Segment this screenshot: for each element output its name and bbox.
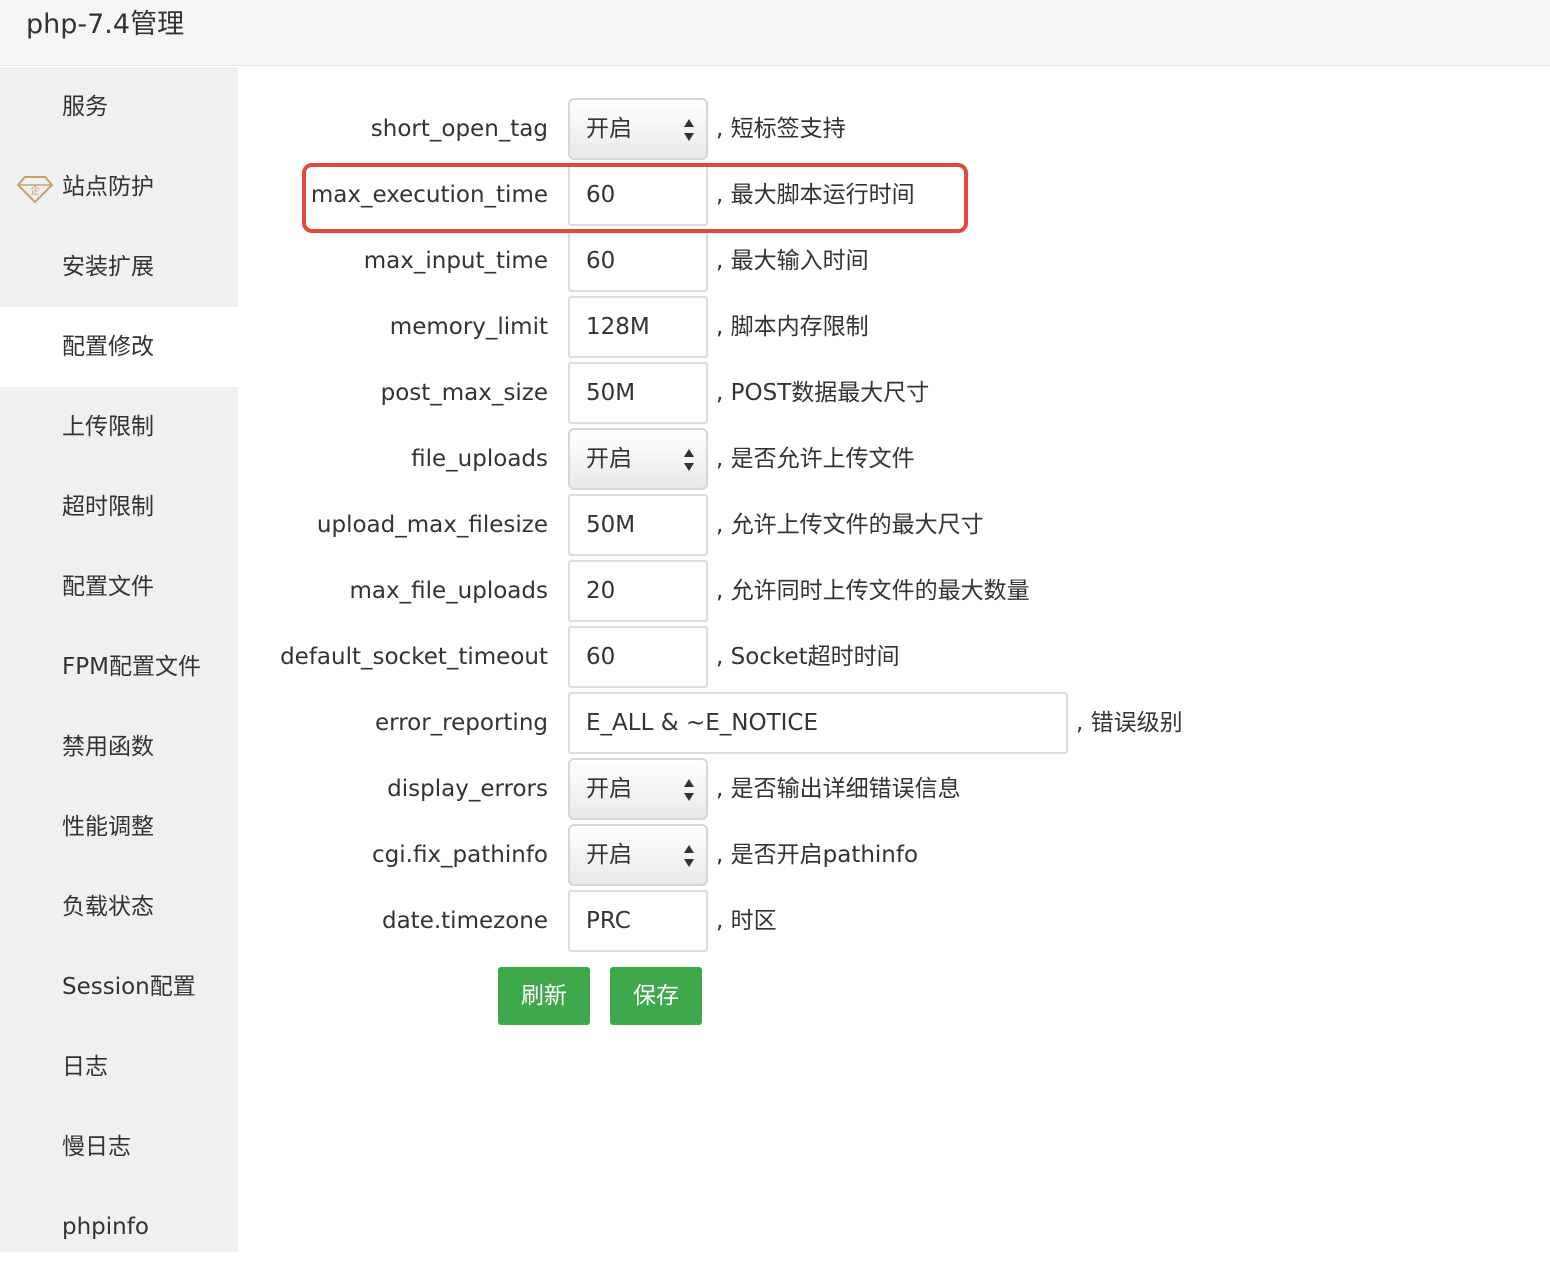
config-description: , 最大输入时间 [716,248,869,274]
select-arrows-icon [684,119,694,141]
sidebar-item-timeout-limit[interactable]: 超时限制 [0,467,238,547]
sidebar-item-service[interactable]: 服务 [0,67,238,147]
select-value: 开启 [586,776,632,802]
sidebar-item-log[interactable]: 日志 [0,1027,238,1107]
sidebar-item-label: 配置文件 [62,574,154,600]
config-row-cgi-fix-pathinfo: cgi.fix_pathinfo 开启 , 是否开启pathinfo [238,824,1538,886]
sidebar-item-label: 日志 [62,1054,108,1080]
config-label: max_execution_time [310,182,548,208]
sidebar-item-label: 服务 [62,94,108,120]
config-description: , 短标签支持 [716,116,846,142]
sidebar-item-label: 禁用函数 [62,734,154,760]
select-arrows-icon [684,449,694,471]
config-label: display_errors [387,776,548,802]
sidebar-item-phpinfo[interactable]: phpinfo [0,1187,238,1267]
error-reporting-input[interactable] [568,692,1068,754]
sidebar-item-label: phpinfo [62,1214,149,1240]
config-form: short_open_tag 开启 , 短标签支持 max_execution_… [238,67,1550,1252]
config-label: max_file_uploads [349,578,548,604]
max-file-uploads-input[interactable] [568,560,708,622]
config-row-max-execution-time: max_execution_time , 最大脚本运行时间 [238,164,1538,226]
short-open-tag-select[interactable]: 开启 [568,98,708,160]
select-arrows-icon [684,845,694,867]
refresh-button[interactable]: 刷新 [498,967,590,1025]
cgi-fix-pathinfo-select[interactable]: 开启 [568,824,708,886]
config-row-post-max-size: post_max_size , POST数据最大尺寸 [238,362,1538,424]
config-label: max_input_time [363,248,548,274]
sidebar-item-label: 慢日志 [62,1134,131,1160]
config-row-upload-max-filesize: upload_max_filesize , 允许上传文件的最大尺寸 [238,494,1538,556]
file-uploads-select[interactable]: 开启 [568,428,708,490]
config-description: , 脚本内存限制 [716,314,869,340]
config-row-max-file-uploads: max_file_uploads , 允许同时上传文件的最大数量 [238,560,1538,622]
sidebar-item-label: 性能调整 [62,814,154,840]
max-input-time-input[interactable] [568,230,708,292]
sidebar-item-label: FPM配置文件 [62,654,201,680]
config-row-display-errors: display_errors 开启 , 是否输出详细错误信息 [238,758,1538,820]
window-title: php-7.4管理 [26,9,185,40]
sidebar-item-slow-log[interactable]: 慢日志 [0,1107,238,1187]
config-label: error_reporting [375,710,548,736]
config-label: upload_max_filesize [316,512,548,538]
config-description: , 是否输出详细错误信息 [716,776,961,802]
sidebar: 服务 企 站点防护 安装扩展 配置修改 上传限制 超时限制 配置文件 FPM配置… [0,67,238,1252]
sidebar-item-label: 上传限制 [62,414,154,440]
sidebar-item-label: 负载状态 [62,894,154,920]
config-description: , 错误级别 [1076,710,1183,736]
sidebar-item-config-edit[interactable]: 配置修改 [0,307,238,387]
sidebar-item-upload-limit[interactable]: 上传限制 [0,387,238,467]
config-description: , POST数据最大尺寸 [716,380,930,406]
config-label: memory_limit [389,314,548,340]
config-row-memory-limit: memory_limit , 脚本内存限制 [238,296,1538,358]
config-row-error-reporting: error_reporting , 错误级别 [238,692,1538,754]
gem-icon: 企 [16,176,54,204]
config-row-file-uploads: file_uploads 开启 , 是否允许上传文件 [238,428,1538,490]
svg-text:企: 企 [30,184,40,197]
sidebar-item-performance[interactable]: 性能调整 [0,787,238,867]
sidebar-item-label: Session配置 [62,974,196,1000]
save-button[interactable]: 保存 [610,967,702,1025]
sidebar-item-site-protection[interactable]: 企 站点防护 [0,147,238,227]
title-bar: php-7.4管理 [0,0,1550,66]
config-row-default-socket-timeout: default_socket_timeout , Socket超时时间 [238,626,1538,688]
default-socket-timeout-input[interactable] [568,626,708,688]
config-label: cgi.fix_pathinfo [372,842,548,868]
select-value: 开启 [586,116,632,142]
config-description: , 允许上传文件的最大尺寸 [716,512,984,538]
upload-max-filesize-input[interactable] [568,494,708,556]
date-timezone-input[interactable] [568,890,708,952]
config-description: , 是否允许上传文件 [716,446,915,472]
config-label: short_open_tag [370,116,548,142]
display-errors-select[interactable]: 开启 [568,758,708,820]
sidebar-item-load-status[interactable]: 负载状态 [0,867,238,947]
select-arrows-icon [684,779,694,801]
sidebar-item-label: 安装扩展 [62,254,154,280]
sidebar-item-config-file[interactable]: 配置文件 [0,547,238,627]
select-value: 开启 [586,842,632,868]
max-execution-time-input[interactable] [568,164,708,226]
config-description: , Socket超时时间 [716,644,900,670]
post-max-size-input[interactable] [568,362,708,424]
config-row-max-input-time: max_input_time , 最大输入时间 [238,230,1538,292]
sidebar-item-label: 超时限制 [62,494,154,520]
config-description: , 时区 [716,908,777,934]
sidebar-item-label: 站点防护 [62,174,154,200]
config-description: , 是否开启pathinfo [716,842,919,868]
sidebar-item-disabled-functions[interactable]: 禁用函数 [0,707,238,787]
config-description: , 最大脚本运行时间 [716,182,915,208]
config-label: post_max_size [380,380,548,406]
config-row-date-timezone: date.timezone , 时区 [238,890,1538,952]
config-label: file_uploads [411,446,548,472]
sidebar-item-install-extension[interactable]: 安装扩展 [0,227,238,307]
config-row-short-open-tag: short_open_tag 开启 , 短标签支持 [238,98,1538,160]
sidebar-item-fpm-config[interactable]: FPM配置文件 [0,627,238,707]
config-label: default_socket_timeout [280,644,548,670]
config-description: , 允许同时上传文件的最大数量 [716,578,1030,604]
sidebar-item-label: 配置修改 [62,334,154,360]
select-value: 开启 [586,446,632,472]
sidebar-item-session[interactable]: Session配置 [0,947,238,1027]
config-label: date.timezone [381,908,548,934]
memory-limit-input[interactable] [568,296,708,358]
